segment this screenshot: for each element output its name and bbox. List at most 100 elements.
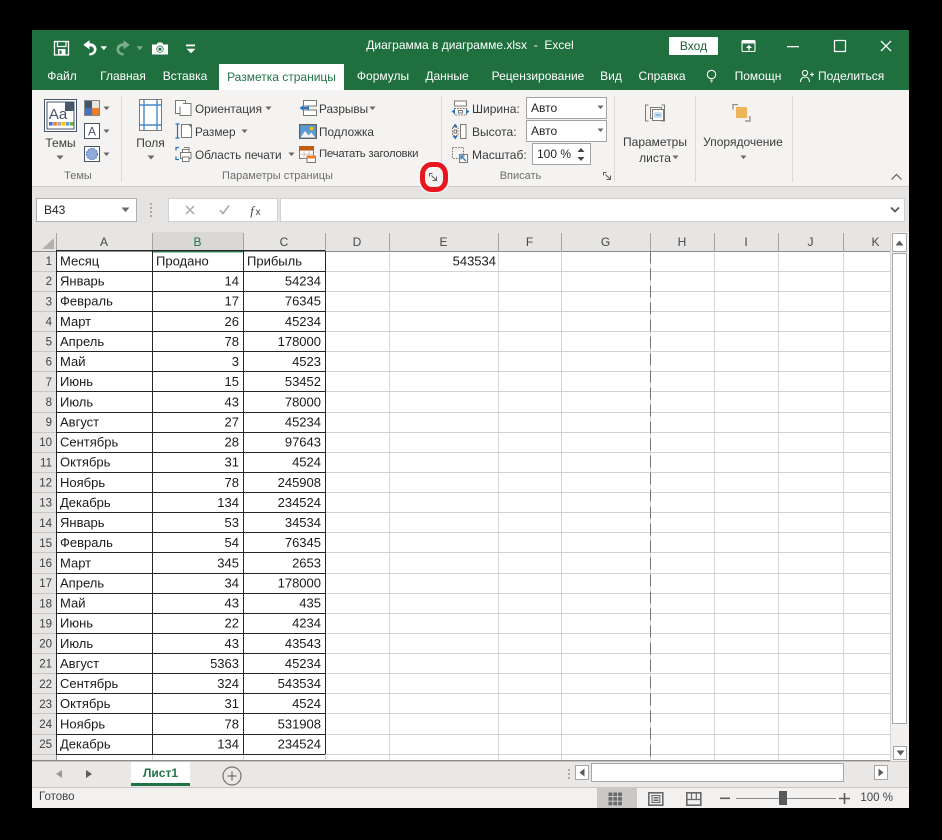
svg-text:4234: 4234 [292,616,321,631]
svg-text:34534: 34534 [285,515,321,530]
svg-text:543534: 543534 [453,253,496,268]
svg-text:43: 43 [225,394,239,409]
svg-text:245908: 245908 [278,475,321,490]
svg-text:B: B [193,235,201,249]
svg-text:7: 7 [46,377,52,389]
svg-text:345: 345 [217,555,239,570]
svg-text:97643: 97643 [285,435,321,450]
svg-text:Август: Август [60,656,99,671]
svg-text:53: 53 [225,515,239,530]
svg-text:178000: 178000 [278,575,321,590]
svg-text:G: G [601,235,610,249]
svg-text:2: 2 [46,276,52,288]
svg-text:23: 23 [39,699,52,711]
svg-text:x: x [256,207,261,218]
svg-text:134: 134 [217,736,239,751]
svg-text:4524: 4524 [292,455,321,470]
svg-text:C: C [280,235,289,249]
svg-text:24: 24 [39,719,52,731]
svg-text:31: 31 [225,455,239,470]
svg-text:54234: 54234 [285,273,321,288]
svg-text:43543: 43543 [285,636,321,651]
svg-text:324: 324 [217,676,239,691]
svg-text:Февраль: Февраль [60,294,113,309]
svg-text:9: 9 [46,417,52,429]
svg-text:Октябрь: Октябрь [60,696,111,711]
svg-text:26: 26 [225,314,239,329]
svg-text:78: 78 [225,716,239,731]
svg-text:19: 19 [39,618,52,630]
svg-text:13: 13 [39,498,52,510]
svg-text:H: H [678,235,687,249]
svg-text:Июнь: Июнь [60,616,93,631]
svg-text:Сентябрь: Сентябрь [60,435,118,450]
svg-text:15: 15 [39,538,52,550]
svg-text:Март: Март [60,314,91,329]
svg-text:16: 16 [39,558,52,570]
svg-text:12: 12 [39,477,52,489]
svg-text:3: 3 [232,354,239,369]
svg-text:78: 78 [225,475,239,490]
svg-text:14: 14 [39,518,52,530]
svg-text:4: 4 [46,316,53,328]
svg-text:2653: 2653 [292,555,321,570]
svg-text:Февраль: Февраль [60,535,113,550]
svg-text:28: 28 [225,435,239,450]
svg-text:Июнь: Июнь [60,374,93,389]
svg-text:F: F [526,235,533,249]
svg-text:Ноябрь: Ноябрь [60,475,105,490]
svg-text:5: 5 [46,337,52,349]
svg-text:543534: 543534 [278,676,321,691]
svg-text:Декабрь: Декабрь [60,495,111,510]
svg-text:76345: 76345 [285,294,321,309]
svg-text:17: 17 [39,578,52,590]
svg-text:22: 22 [225,616,239,631]
svg-text:34: 34 [225,575,239,590]
svg-text:134: 134 [217,495,239,510]
svg-text:435: 435 [299,596,321,611]
svg-text:Продано: Продано [156,253,209,268]
svg-text:21: 21 [39,659,52,671]
svg-text:Октябрь: Октябрь [60,455,111,470]
svg-text:3: 3 [46,296,52,308]
svg-text:Апрель: Апрель [60,334,104,349]
svg-text:54: 54 [225,535,239,550]
svg-text:Май: Май [60,354,85,369]
svg-text:20: 20 [39,639,52,651]
svg-text:22: 22 [39,679,52,691]
svg-text:45234: 45234 [285,414,321,429]
svg-text:Май: Май [60,596,85,611]
svg-text:6: 6 [46,357,52,369]
svg-text:5363: 5363 [210,656,239,671]
svg-text:53452: 53452 [285,374,321,389]
svg-text:14: 14 [225,273,239,288]
svg-text:45234: 45234 [285,656,321,671]
svg-text:А: А [88,125,96,139]
svg-text:4524: 4524 [292,696,321,711]
svg-text:D: D [353,235,362,249]
svg-text:E: E [439,235,447,249]
svg-text:234524: 234524 [278,736,321,751]
svg-text:1: 1 [46,256,52,268]
svg-text:Июль: Июль [60,636,93,651]
svg-text:Апрель: Апрель [60,575,104,590]
svg-text:43: 43 [225,636,239,651]
svg-text:K: K [871,235,879,249]
svg-text:Месяц: Месяц [60,253,100,268]
svg-text:Aa: Aa [49,106,68,123]
svg-text:A: A [100,235,108,249]
svg-text:27: 27 [225,414,239,429]
svg-text:18: 18 [39,598,52,610]
svg-text:Прибыль: Прибыль [247,253,302,268]
svg-text:Ноябрь: Ноябрь [60,716,105,731]
svg-text:8: 8 [46,397,52,409]
svg-text:11: 11 [40,457,52,469]
svg-text:I: I [744,235,747,249]
svg-text:15: 15 [225,374,239,389]
svg-text:25: 25 [39,739,52,751]
svg-text:531908: 531908 [278,716,321,731]
svg-text:Декабрь: Декабрь [60,736,111,751]
svg-text:Август: Август [60,414,99,429]
svg-text:78000: 78000 [285,394,321,409]
svg-text:76345: 76345 [285,535,321,550]
